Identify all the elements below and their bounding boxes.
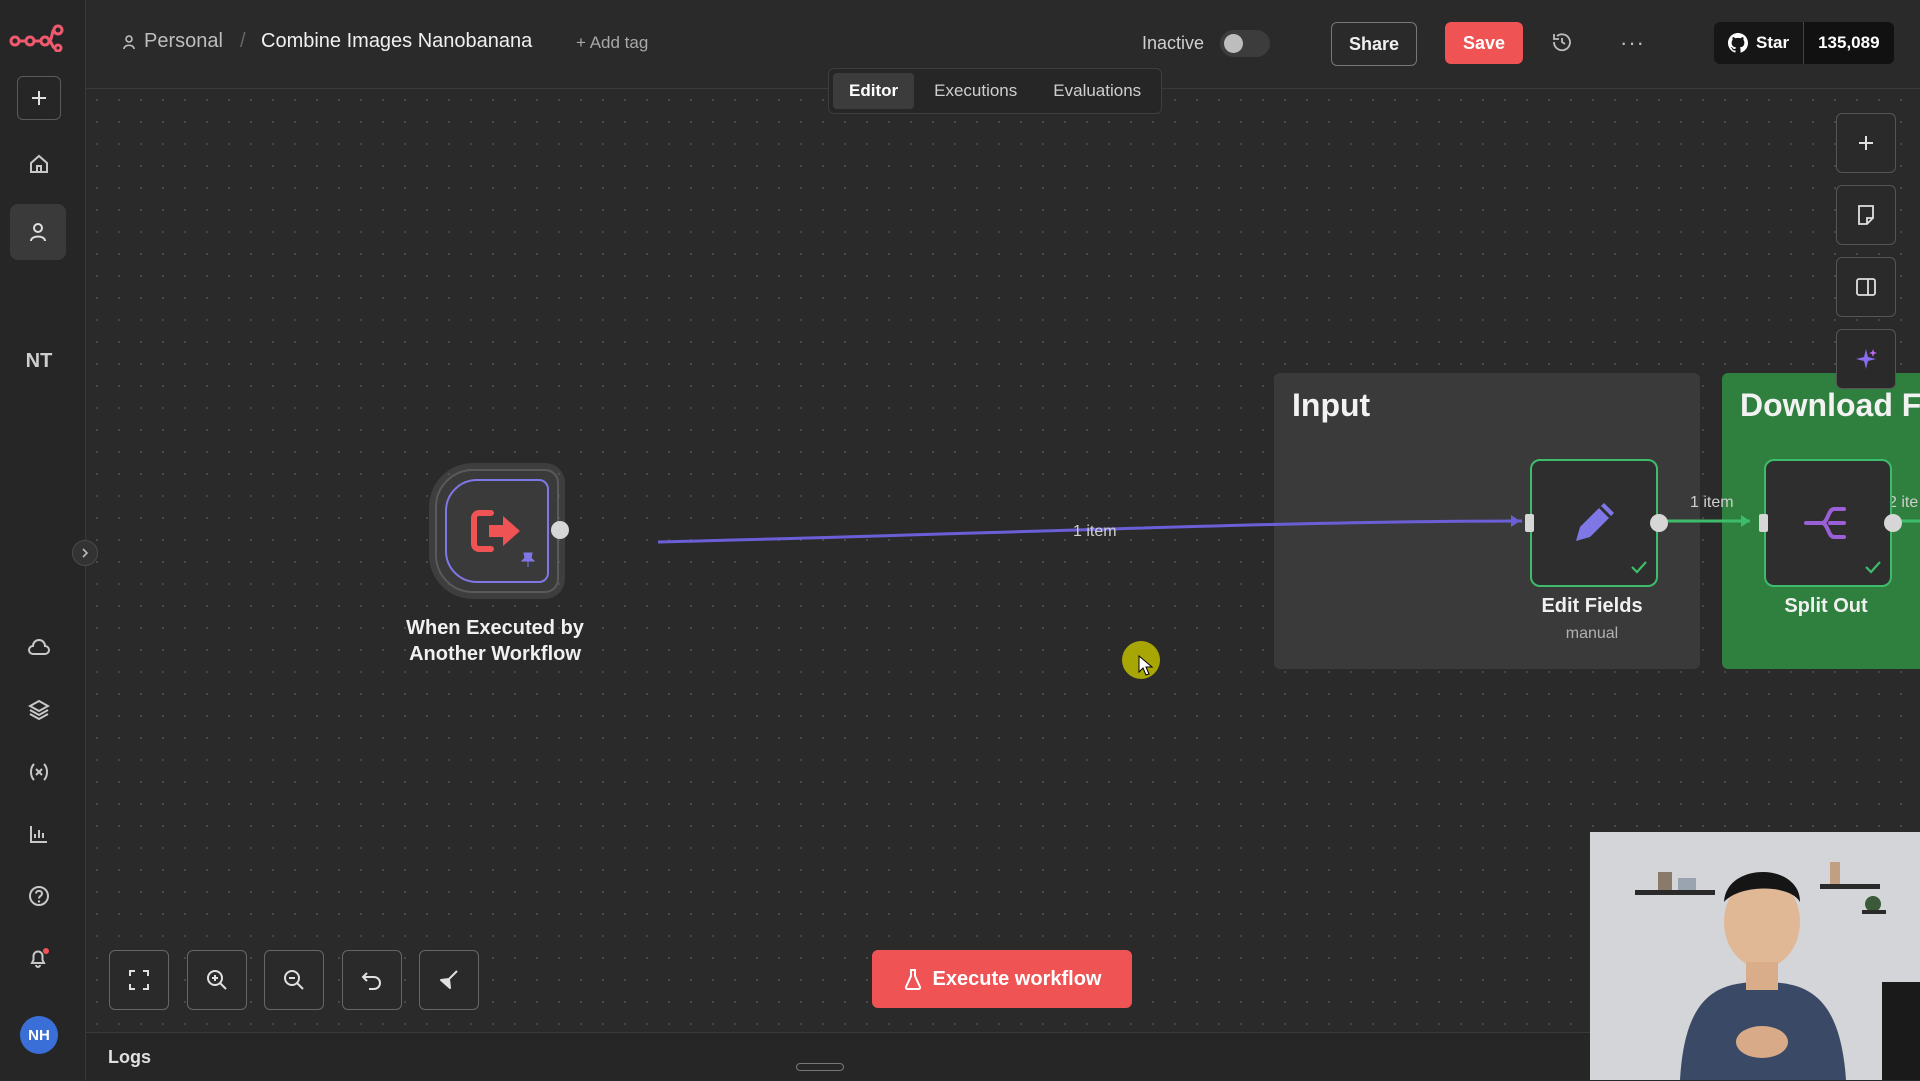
pencil-icon: [1576, 503, 1614, 541]
view-tabs: Editor Executions Evaluations: [828, 68, 1163, 114]
sticky-note-icon: [1858, 205, 1874, 225]
webcam-overlay: [1590, 832, 1920, 1080]
success-check-icon: [1630, 560, 1648, 579]
mouse-pointer-icon: [1138, 654, 1154, 682]
github-icon: [1728, 33, 1748, 53]
user-avatar[interactable]: NH: [20, 1016, 58, 1054]
active-toggle[interactable]: [1220, 30, 1270, 57]
output-port[interactable]: [1884, 514, 1902, 532]
output-port[interactable]: [551, 521, 569, 539]
logs-resize-handle[interactable]: [796, 1063, 844, 1071]
fullscreen-icon: [129, 970, 149, 990]
input-port[interactable]: [1525, 514, 1534, 532]
add-tag-link[interactable]: + Add tag: [576, 33, 648, 53]
input-port[interactable]: [1759, 514, 1768, 532]
home-icon[interactable]: [18, 143, 60, 185]
more-options-button[interactable]: ···: [1620, 30, 1645, 56]
node-split-out[interactable]: [1759, 459, 1902, 587]
success-check-icon: [1864, 560, 1882, 579]
fit-view-button[interactable]: [109, 950, 169, 1010]
pin-icon: [520, 552, 536, 573]
github-star-label: Star: [1756, 33, 1790, 52]
broom-icon: [440, 970, 458, 989]
node-label: Split Out: [1784, 595, 1868, 617]
output-port[interactable]: [1650, 514, 1668, 532]
variables-icon[interactable]: [18, 751, 60, 793]
workflow-title[interactable]: Combine Images Nanobanana: [261, 30, 532, 53]
cloud-icon[interactable]: [18, 627, 60, 669]
save-button[interactable]: Save: [1445, 22, 1523, 64]
tab-evaluations[interactable]: Evaluations: [1037, 73, 1157, 109]
node-body: [445, 479, 549, 583]
add-sticky-note-button[interactable]: [1836, 185, 1896, 245]
execute-workflow-label: Execute workflow: [932, 967, 1102, 990]
logs-label: Logs: [108, 1047, 151, 1067]
breadcrumb-separator: /: [240, 30, 246, 52]
zoom-out-icon: [284, 970, 304, 990]
panel-icon: [1856, 278, 1876, 296]
n8n-logo-icon[interactable]: [8, 22, 66, 57]
add-button[interactable]: [17, 76, 61, 120]
github-star-button[interactable]: Star: [1714, 22, 1805, 64]
sticky-note-title: Input: [1292, 387, 1371, 423]
personal-icon[interactable]: [10, 204, 66, 260]
breadcrumb-personal[interactable]: Personal: [122, 30, 223, 53]
toggle-knob: [1224, 34, 1243, 53]
notifications-bell-icon[interactable]: [18, 937, 60, 979]
node-label-line2: Another Workflow: [409, 643, 581, 665]
github-star-count: 135,089: [1804, 22, 1894, 64]
node-label: When Executed by Another Workflow: [395, 615, 595, 667]
sign-out-icon: [471, 510, 520, 552]
ai-assistant-button[interactable]: [1836, 329, 1896, 389]
flask-icon: [904, 969, 921, 990]
presenter-video-image: [1590, 832, 1920, 1080]
share-button[interactable]: Share: [1331, 22, 1417, 66]
insights-icon[interactable]: [18, 813, 60, 855]
node-label: Edit Fields: [1541, 595, 1643, 617]
help-icon[interactable]: [18, 875, 60, 917]
open-nodes-panel-button[interactable]: [1836, 113, 1896, 173]
breadcrumb-personal-label: Personal: [144, 30, 223, 52]
split-out-icon: [1804, 507, 1846, 539]
execute-workflow-button[interactable]: Execute workflow: [872, 950, 1132, 1008]
history-icon[interactable]: [1550, 30, 1574, 59]
connection-label: 1 item: [1073, 523, 1117, 540]
undo-icon: [361, 972, 381, 990]
node-when-executed-by-another-workflow[interactable]: [435, 469, 569, 593]
github-star-widget[interactable]: Star 135,089: [1714, 22, 1894, 64]
node-label-line1: When Executed by: [406, 617, 584, 639]
zoom-in-button[interactable]: [187, 950, 247, 1010]
sticky-note-title: Download Fi: [1740, 387, 1920, 423]
tab-editor[interactable]: Editor: [833, 73, 915, 109]
node-edit-fields[interactable]: [1525, 459, 1668, 587]
toggle-side-panel-button[interactable]: [1836, 257, 1896, 317]
left-sidebar: NT NH: [0, 0, 86, 1080]
tab-executions[interactable]: Executions: [918, 73, 1033, 109]
connection-label: 2 ite: [1888, 494, 1919, 511]
zoom-in-icon: [207, 970, 227, 990]
connection-label: 1 item: [1690, 494, 1734, 511]
expand-sidebar-chevron-icon[interactable]: [72, 540, 98, 566]
project-initials[interactable]: NT: [0, 350, 78, 373]
sparkle-icon: [1856, 349, 1877, 369]
reset-zoom-button[interactable]: [342, 950, 402, 1010]
tidy-up-button[interactable]: [419, 950, 479, 1010]
plus-icon: [1859, 136, 1873, 150]
templates-icon[interactable]: [18, 689, 60, 731]
node-subtitle: manual: [1565, 625, 1619, 642]
zoom-out-button[interactable]: [264, 950, 324, 1010]
status-label: Inactive: [1142, 33, 1205, 53]
person-icon: [123, 34, 135, 49]
